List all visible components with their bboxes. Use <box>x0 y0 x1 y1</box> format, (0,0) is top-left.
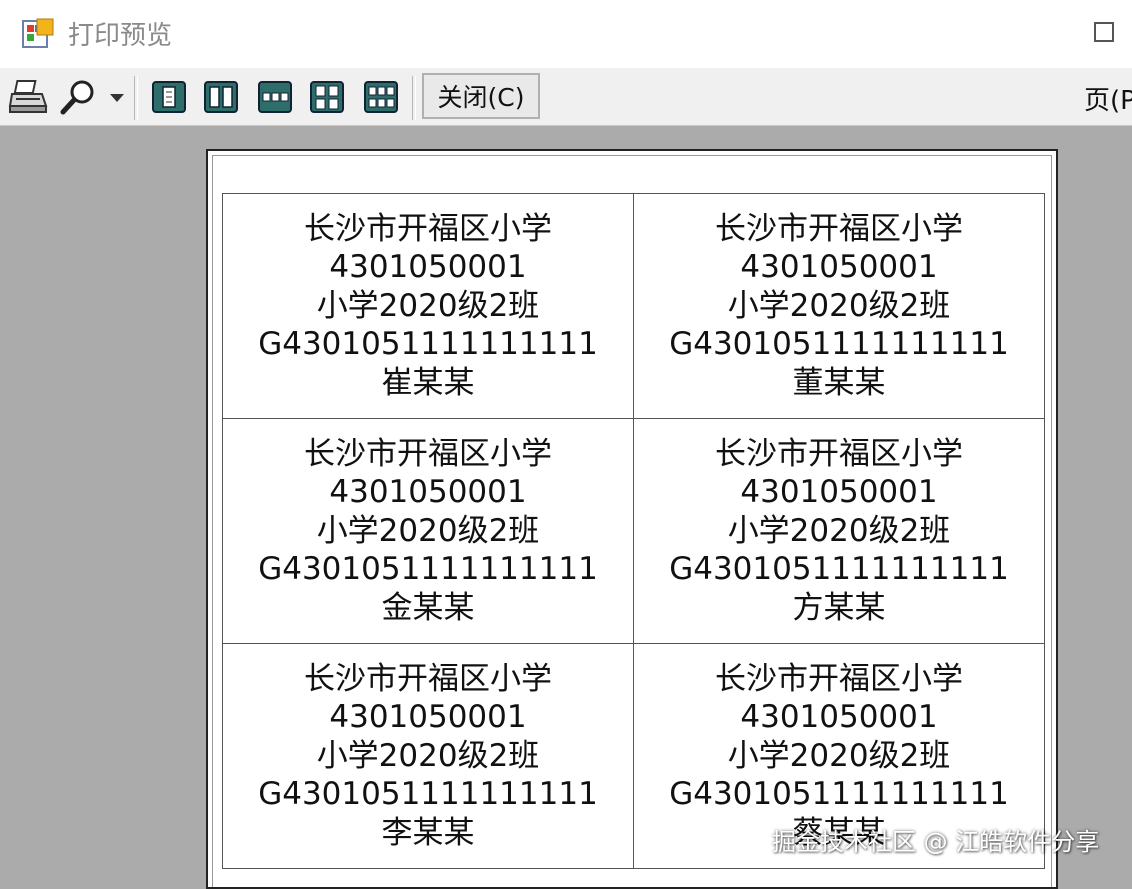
label-cell: 长沙市开福区小学 4301050001 小学2020级2班 G430105111… <box>633 193 1045 419</box>
school-code: 4301050001 <box>329 474 527 511</box>
class-name: 小学2020级2班 <box>727 287 951 324</box>
window-title: 打印预览 <box>68 21 173 51</box>
school-code: 4301050001 <box>740 249 938 286</box>
title-bar: 打印预览 <box>0 0 1132 68</box>
student-id: G4301051111111111 <box>669 551 1009 588</box>
student-id: G4301051111111111 <box>669 776 1009 813</box>
school-name: 长沙市开福区小学 <box>304 210 552 247</box>
student-id: G4301051111111111 <box>258 776 598 813</box>
student-name: 崔某某 <box>381 364 475 401</box>
class-name: 小学2020级2班 <box>316 512 540 549</box>
preview-page: 长沙市开福区小学 4301050001 小学2020级2班 G430105111… <box>206 149 1058 889</box>
dropdown-arrow-icon[interactable] <box>106 78 128 116</box>
app-icon <box>22 18 54 48</box>
close-button[interactable]: 关闭(C) <box>422 73 540 119</box>
student-name: 董某某 <box>792 364 886 401</box>
student-name: 金某某 <box>381 589 475 626</box>
label-cell: 长沙市开福区小学 4301050001 小学2020级2班 G430105111… <box>222 643 634 869</box>
three-pages-icon[interactable] <box>256 78 294 116</box>
student-name: 方某某 <box>792 589 886 626</box>
page-label: 页(P <box>1084 86 1132 116</box>
toolbar-separator <box>134 76 138 120</box>
student-name: 李某某 <box>381 814 475 851</box>
class-name: 小学2020级2班 <box>727 737 951 774</box>
class-name: 小学2020级2班 <box>316 287 540 324</box>
toolbar: 关闭(C) 页(P <box>0 68 1132 126</box>
class-name: 小学2020级2班 <box>727 512 951 549</box>
student-id: G4301051111111111 <box>258 326 598 363</box>
toolbar-separator <box>412 76 416 120</box>
student-id: G4301051111111111 <box>258 551 598 588</box>
print-icon[interactable] <box>8 78 48 116</box>
school-code: 4301050001 <box>329 699 527 736</box>
school-name: 长沙市开福区小学 <box>715 210 963 247</box>
student-id: G4301051111111111 <box>669 326 1009 363</box>
maximize-button[interactable] <box>1094 22 1114 42</box>
one-page-icon[interactable] <box>150 78 188 116</box>
school-name: 长沙市开福区小学 <box>304 435 552 472</box>
four-pages-icon[interactable] <box>308 78 346 116</box>
label-cell: 长沙市开福区小学 4301050001 小学2020级2班 G430105111… <box>633 418 1045 644</box>
label-cell: 长沙市开福区小学 4301050001 小学2020级2班 G430105111… <box>222 193 634 419</box>
class-name: 小学2020级2班 <box>316 737 540 774</box>
school-code: 4301050001 <box>740 699 938 736</box>
two-pages-icon[interactable] <box>202 78 240 116</box>
watermark: 掘金技术社区 @ 江皓软件分享 <box>772 828 1100 856</box>
school-name: 长沙市开福区小学 <box>304 660 552 697</box>
school-name: 长沙市开福区小学 <box>715 435 963 472</box>
six-pages-icon[interactable] <box>362 78 400 116</box>
label-cell: 长沙市开福区小学 4301050001 小学2020级2班 G430105111… <box>222 418 634 644</box>
school-code: 4301050001 <box>329 249 527 286</box>
school-code: 4301050001 <box>740 474 938 511</box>
zoom-icon[interactable] <box>58 78 98 116</box>
school-name: 长沙市开福区小学 <box>715 660 963 697</box>
